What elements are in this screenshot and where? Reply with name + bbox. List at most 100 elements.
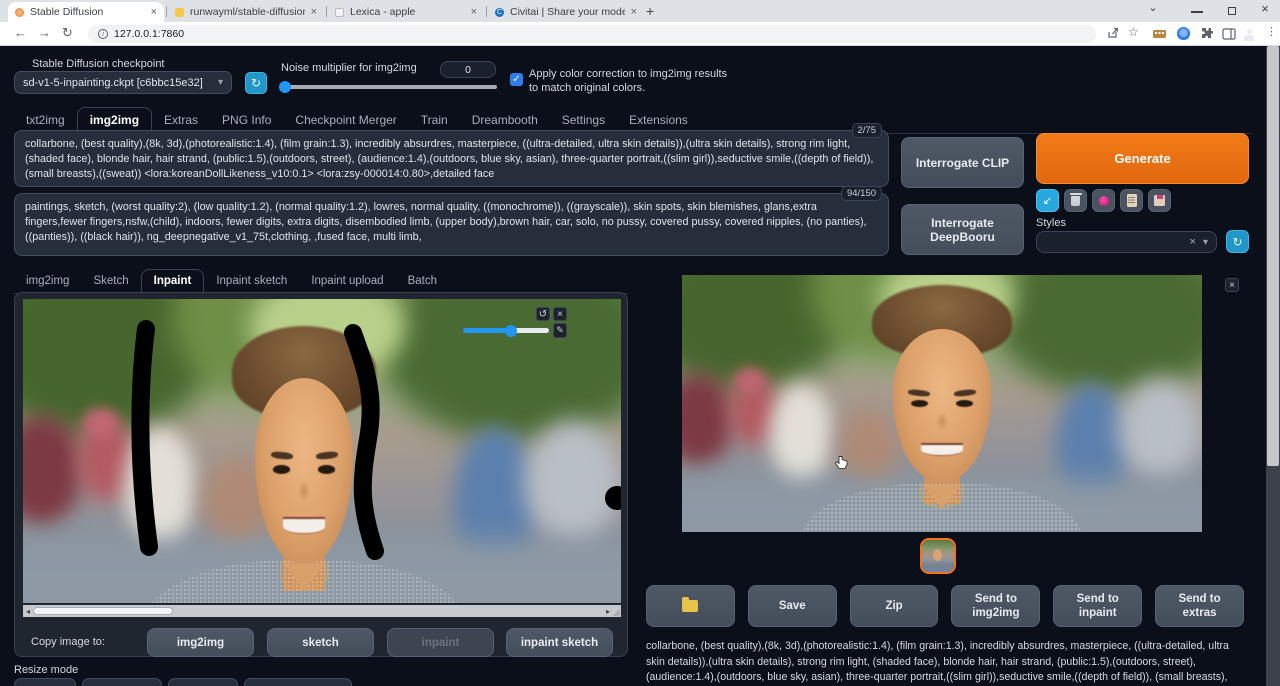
tab-title: Lexica - apple: [350, 6, 416, 18]
reload-icon[interactable]: ↻: [62, 25, 73, 41]
scrollbar-thumb[interactable]: [33, 607, 173, 615]
extension-blue-icon[interactable]: [1177, 27, 1190, 40]
negative-prompt-box[interactable]: 94/150 paintings, sketch, (worst quality…: [14, 186, 889, 256]
copy-to-inpaint-sketch-button[interactable]: inpaint sketch: [506, 628, 613, 657]
interrogate-clip-button[interactable]: Interrogate CLIP: [901, 137, 1024, 188]
browser-tab-civitai[interactable]: C Civitai | Share your models ×: [488, 2, 644, 22]
woman-face: [892, 328, 992, 481]
resize-mode-option[interactable]: [82, 678, 162, 686]
back-icon[interactable]: ←: [14, 25, 27, 40]
huggingface-favicon: [175, 7, 184, 17]
side-panel-icon[interactable]: [1222, 27, 1236, 45]
tab-mode-sketch[interactable]: Sketch: [81, 270, 140, 293]
tab-close-icon[interactable]: ×: [631, 6, 637, 18]
bg-blob: [770, 382, 833, 486]
checkpoint-select[interactable]: sd-v1-5-inpainting.ckpt [c6bbc15e32] ▾: [14, 71, 232, 94]
result-image[interactable]: [682, 275, 1202, 532]
resize-mode-option[interactable]: [14, 678, 76, 686]
page-scrollbar[interactable]: [1266, 46, 1280, 686]
interrogate-deepbooru-button[interactable]: Interrogate DeepBooru: [901, 204, 1024, 255]
browser-tab-strip: Stable Diffusion × runwayml/stable-diffu…: [0, 0, 1280, 22]
scroll-left-icon[interactable]: ◂: [23, 607, 33, 616]
tab-mode-inpaint-sketch[interactable]: Inpaint sketch: [204, 270, 299, 293]
hand-cursor: [834, 456, 848, 470]
tab-mode-inpaint-upload[interactable]: Inpaint upload: [299, 270, 395, 293]
forward-icon[interactable]: →: [38, 25, 51, 40]
send-to-extras-button[interactable]: Send to extras: [1155, 585, 1244, 627]
stable-diffusion-webui: Stable Diffusion checkpoint sd-v1-5-inpa…: [0, 46, 1266, 686]
browser-tab-runwayml[interactable]: runwayml/stable-diffusion-inpa ×: [168, 2, 324, 22]
browser-tab-stable-diffusion[interactable]: Stable Diffusion ×: [8, 2, 164, 22]
brush-size-slider[interactable]: [463, 324, 549, 337]
tab-close-icon[interactable]: ×: [151, 6, 157, 18]
slider-handle[interactable]: [279, 81, 291, 93]
noise-multiplier-value[interactable]: 0: [440, 61, 496, 78]
browser-menu-icon[interactable]: ⋮: [1266, 25, 1277, 38]
extensions-puzzle-icon[interactable]: [1200, 27, 1214, 45]
send-to-inpaint-button[interactable]: Send to inpaint: [1053, 585, 1143, 627]
zip-button[interactable]: Zip: [849, 585, 939, 627]
check-icon: ✓: [512, 74, 521, 85]
copy-to-sketch-button[interactable]: sketch: [267, 628, 374, 657]
noise-multiplier-label: Noise multiplier for img2img: [281, 62, 417, 74]
window-chevron-icon[interactable]: ⌄: [1138, 1, 1168, 14]
styles-refresh-button[interactable]: ↻: [1226, 230, 1249, 253]
inpaint-canvas-image[interactable]: ↺ × ✎: [23, 299, 621, 603]
site-info-icon[interactable]: i: [98, 29, 108, 39]
civitai-favicon: C: [495, 7, 504, 17]
browser-tab-lexica[interactable]: Lexica - apple ×: [328, 2, 484, 22]
brush-slider-handle[interactable]: [505, 324, 517, 337]
tab-mode-img2img[interactable]: img2img: [14, 270, 81, 293]
generate-button[interactable]: Generate: [1036, 133, 1249, 184]
apply-style-button[interactable]: [1120, 189, 1143, 212]
generation-info-text: collarbone, (best quality),(8k, 3d),(pho…: [646, 640, 1229, 683]
tab-separator: [166, 6, 167, 17]
resize-mode-option[interactable]: [168, 678, 238, 686]
inpaint-canvas-panel: ↺ × ✎ ◂ ▸ Copy image to: img2img sketch …: [14, 292, 628, 657]
window-close-button[interactable]: ×: [1250, 1, 1280, 16]
trash-icon: [1069, 193, 1082, 206]
scroll-right-icon[interactable]: ▸: [603, 607, 613, 616]
copy-to-img2img-button[interactable]: img2img: [147, 628, 254, 657]
positive-prompt-box[interactable]: 2/75 collarbone, (best quality),(8k, 3d)…: [14, 123, 889, 187]
tab-mode-batch[interactable]: Batch: [396, 270, 449, 293]
open-folder-button[interactable]: [646, 585, 735, 627]
page-scrollbar-thumb[interactable]: [1267, 46, 1279, 466]
checkpoint-refresh-button[interactable]: ↻: [245, 72, 267, 94]
bookmark-star-icon[interactable]: ☆: [1128, 25, 1139, 39]
paste-generation-params-button[interactable]: ↙: [1036, 189, 1059, 212]
styles-clear-icon[interactable]: ×: [1190, 236, 1196, 248]
canvas-horizontal-scrollbar[interactable]: ◂ ▸: [23, 605, 621, 617]
address-bar[interactable]: i 127.0.0.1:7860: [88, 25, 1096, 43]
brush-icon[interactable]: ✎: [553, 323, 567, 338]
undo-icon[interactable]: ↺: [536, 307, 550, 321]
window-maximize-button[interactable]: [1228, 7, 1236, 15]
folder-icon: [682, 597, 699, 612]
negative-prompt-text[interactable]: paintings, sketch, (worst quality:2), (l…: [15, 194, 888, 255]
checkpoint-label: Stable Diffusion checkpoint: [32, 58, 165, 70]
close-result-icon[interactable]: ×: [1225, 278, 1239, 292]
resize-mode-option[interactable]: [244, 678, 352, 686]
send-to-img2img-button[interactable]: Send to img2img: [951, 585, 1041, 627]
styles-select[interactable]: × ▾: [1036, 231, 1217, 253]
tab-close-icon[interactable]: ×: [311, 6, 317, 18]
noise-multiplier-slider[interactable]: [279, 81, 497, 93]
color-correction-label: Apply color correction to img2img result…: [529, 68, 728, 94]
positive-token-counter: 2/75: [851, 123, 882, 138]
tab-close-icon[interactable]: ×: [471, 6, 477, 18]
window-minimize-button[interactable]: [1191, 11, 1203, 13]
clear-image-icon[interactable]: ×: [553, 307, 567, 321]
tab-mode-inpaint[interactable]: Inpaint: [140, 269, 205, 294]
clear-prompt-button[interactable]: [1064, 189, 1087, 212]
copy-to-inpaint-button[interactable]: inpaint: [387, 628, 494, 657]
extra-networks-button[interactable]: [1092, 189, 1115, 212]
color-correction-checkbox[interactable]: ✓: [510, 73, 523, 86]
share-icon[interactable]: [1106, 27, 1119, 45]
new-tab-button[interactable]: +: [646, 3, 654, 19]
wallet-extension-icon[interactable]: [1152, 27, 1167, 45]
resize-grip-icon[interactable]: [613, 609, 621, 617]
save-style-button[interactable]: [1148, 189, 1171, 212]
save-button[interactable]: Save: [747, 585, 837, 627]
gallery-thumbnail-selected[interactable]: [920, 538, 956, 574]
positive-prompt-text[interactable]: collarbone, (best quality),(8k, 3d),(pho…: [15, 131, 888, 186]
